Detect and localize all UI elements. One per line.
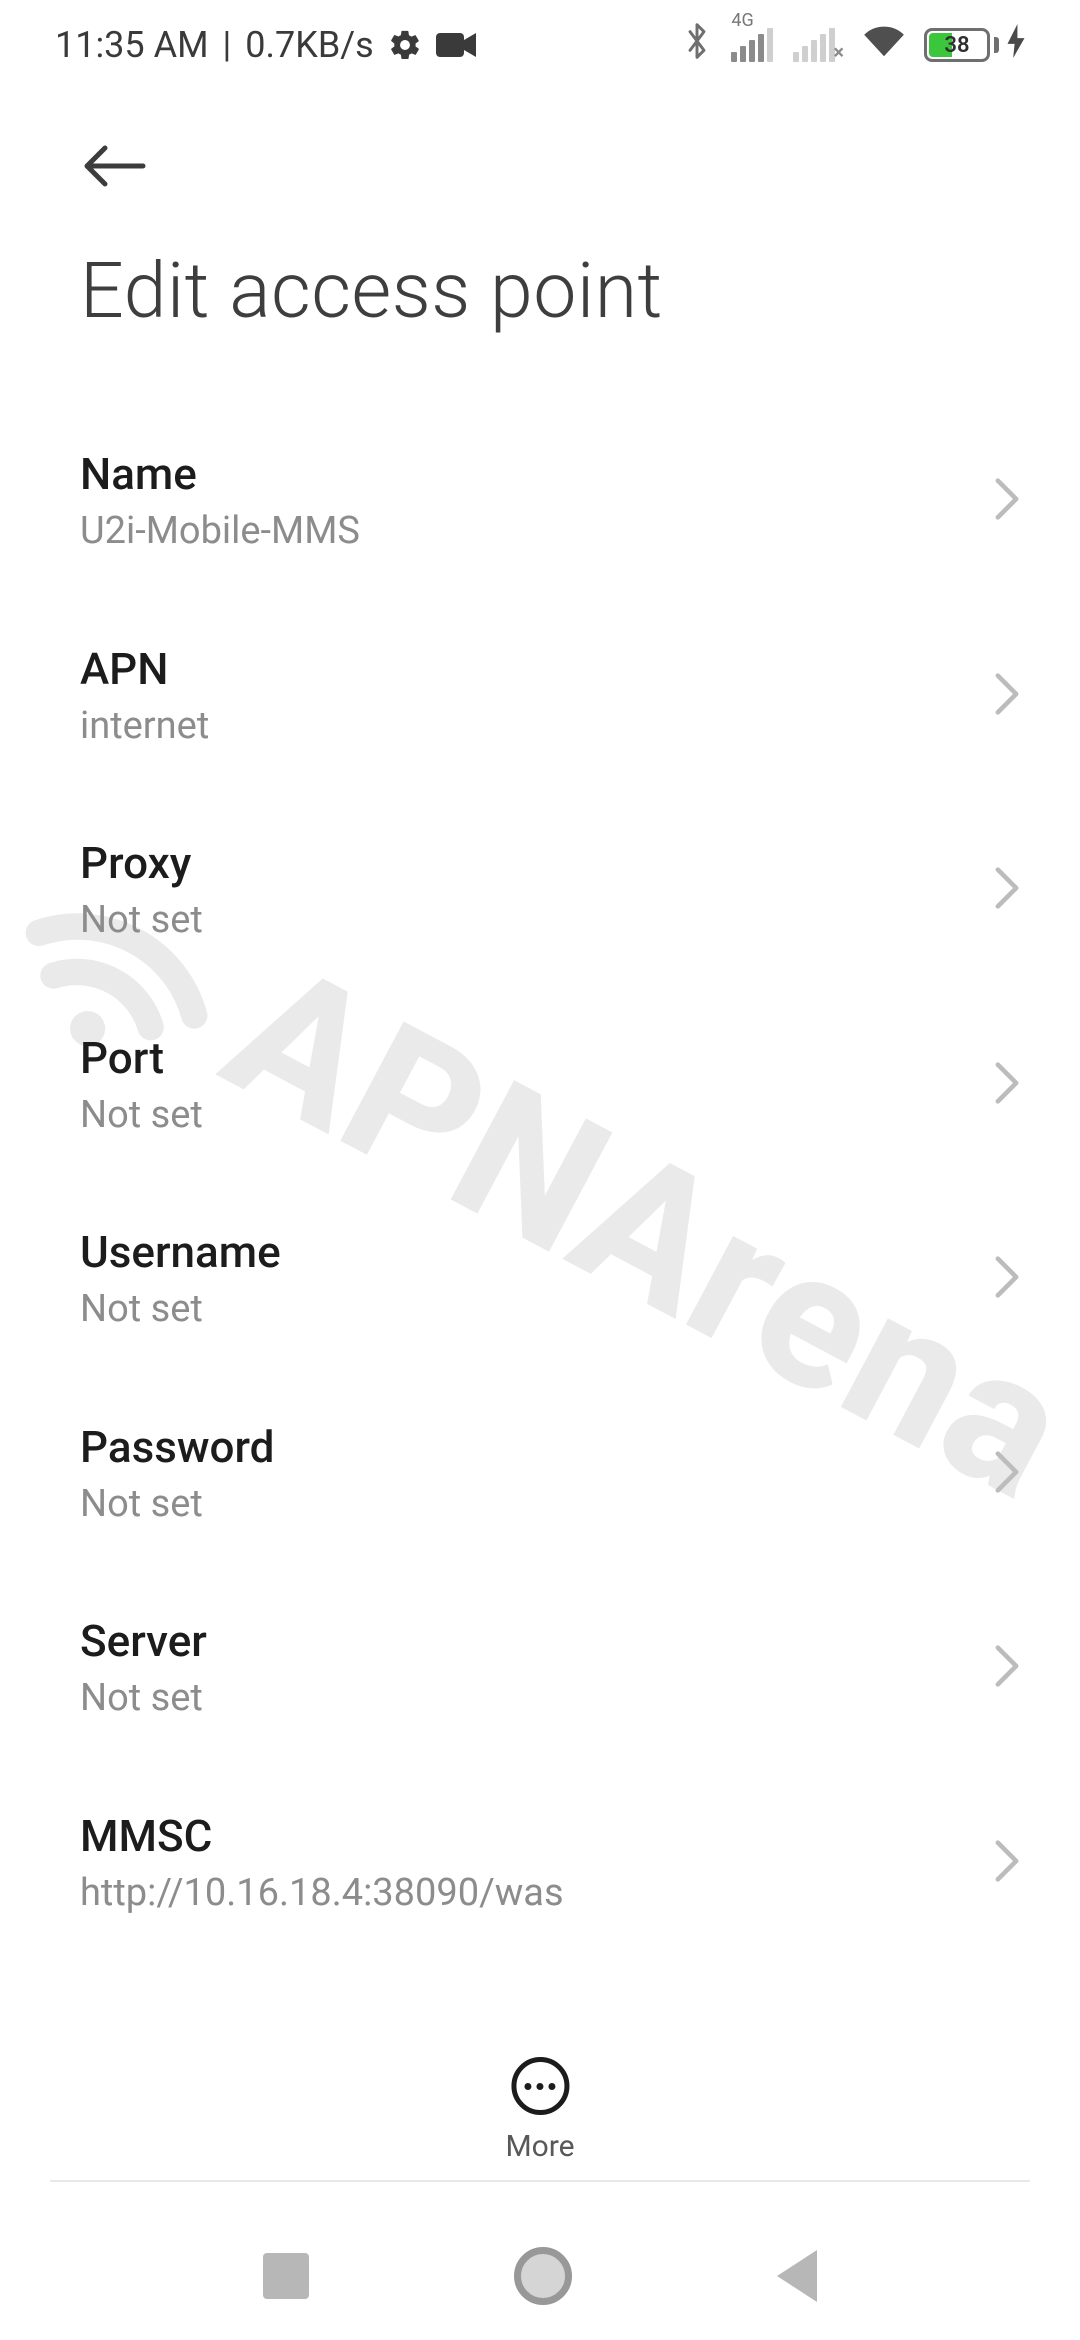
page-title: Edit access point <box>80 246 663 336</box>
row-value: http://10.16.18.4:38090/was <box>80 1870 1000 1918</box>
settings-list: Name U2i-Mobile-MMS APN internet Proxy N… <box>0 404 1080 2000</box>
status-netspeed: 0.7KB/s <box>245 24 373 66</box>
nav-recents-button[interactable] <box>263 2253 309 2299</box>
chevron-right-icon <box>994 1839 1020 1887</box>
battery-indicator: 38 <box>924 24 1025 66</box>
row-value: Not set <box>80 897 1000 945</box>
nav-home-button[interactable] <box>514 2247 572 2305</box>
row-proxy[interactable]: Proxy Not set <box>0 793 1080 988</box>
row-mms-proxy[interactable]: MMS proxy 10.16.18.77 <box>0 1960 1080 2000</box>
chevron-right-icon <box>994 1061 1020 1109</box>
chevron-right-icon <box>994 672 1020 720</box>
wifi-status-icon <box>862 23 906 68</box>
battery-percent: 38 <box>927 33 987 58</box>
more-button[interactable]: More <box>505 2057 574 2164</box>
camera-icon <box>436 31 476 59</box>
nav-back-button[interactable] <box>777 2250 817 2302</box>
row-server[interactable]: Server Not set <box>0 1571 1080 1766</box>
row-label: Name <box>80 447 1000 502</box>
row-label: Server <box>80 1614 1000 1669</box>
chevron-right-icon <box>994 1255 1020 1303</box>
no-signal-x-icon: × <box>833 40 844 64</box>
row-apn[interactable]: APN internet <box>0 599 1080 794</box>
chevron-right-icon <box>994 866 1020 914</box>
more-label: More <box>505 2129 574 2164</box>
network-type-label: 4G <box>731 10 753 31</box>
row-port[interactable]: Port Not set <box>0 988 1080 1183</box>
row-label: APN <box>80 642 1000 697</box>
row-value: Not set <box>80 1286 1000 1334</box>
row-label: Username <box>80 1225 1000 1280</box>
row-password[interactable]: Password Not set <box>0 1377 1080 1572</box>
row-value: Not set <box>80 1092 1000 1140</box>
arrow-left-icon <box>81 142 147 190</box>
more-icon <box>511 2057 569 2115</box>
bluetooth-icon <box>683 21 711 70</box>
status-time: 11:35 AM <box>55 24 209 66</box>
row-value: Not set <box>80 1675 1000 1723</box>
row-value: U2i-Mobile-MMS <box>80 508 1000 556</box>
chevron-right-icon <box>994 477 1020 525</box>
signal-sim2: × <box>791 28 844 62</box>
chevron-right-icon <box>994 1644 1020 1692</box>
row-label: Proxy <box>80 836 1000 891</box>
charging-icon <box>1007 24 1025 66</box>
back-button[interactable] <box>76 128 152 204</box>
row-mmsc[interactable]: MMSC http://10.16.18.4:38090/was <box>0 1766 1080 1961</box>
row-label: Password <box>80 1420 1000 1475</box>
row-username[interactable]: Username Not set <box>0 1182 1080 1377</box>
system-nav-bar <box>0 2212 1080 2340</box>
row-value: Not set <box>80 1481 1000 1529</box>
bottom-divider <box>50 2180 1030 2182</box>
row-value: internet <box>80 703 1000 751</box>
gear-icon <box>388 28 422 62</box>
status-bar: 11:35 AM | 0.7KB/s 4G × <box>0 0 1080 90</box>
status-sep: | <box>223 24 232 66</box>
row-name[interactable]: Name U2i-Mobile-MMS <box>0 404 1080 599</box>
row-label: Port <box>80 1031 1000 1086</box>
row-label: MMSC <box>80 1809 1000 1864</box>
signal-sim1: 4G <box>729 28 773 62</box>
chevron-right-icon <box>994 1450 1020 1498</box>
